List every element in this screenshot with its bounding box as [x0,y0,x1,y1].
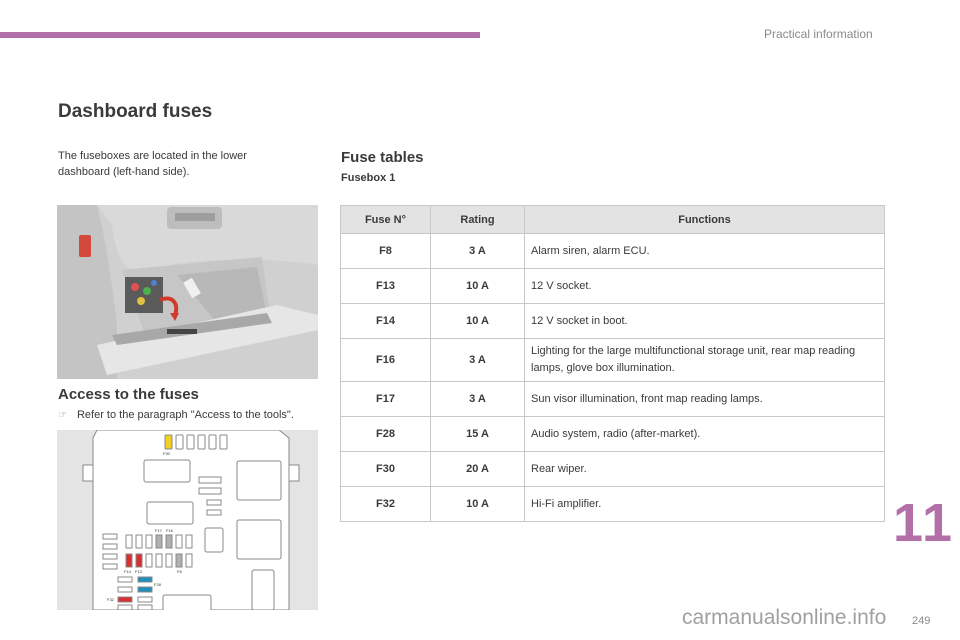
table-header-row: Fuse N° Rating Functions [340,205,885,234]
column-header-rating: Rating [430,205,525,234]
chapter-accent-bar [0,32,480,38]
label-f17: F17 [155,528,163,533]
fuse-f17 [155,534,163,549]
fusebox-diagram: F30 F17 F16 F14 F13 F8 F28 F32 [57,430,318,610]
label-f8: F8 [177,569,182,574]
function-cell: Alarm siren, alarm ECU. [524,233,885,269]
fuse-cell: F13 [340,268,431,304]
fuse-cell: F28 [340,416,431,452]
fusebox-subheading: Fusebox 1 [341,172,396,184]
table-row: F30 20 A Rear wiper. [340,451,885,487]
page-number: 249 [912,615,931,627]
table-row: F28 15 A Audio system, radio (after-mark… [340,416,885,452]
fuse-f32 [117,596,133,603]
fuse-cell: F8 [340,233,431,269]
table-row: F17 3 A Sun visor illumination, front ma… [340,381,885,417]
fuse-f8 [175,553,183,568]
fuse-table: Fuse N° Rating Functions F8 3 A Alarm si… [340,205,885,522]
rating-cell: 15 A [430,416,525,452]
fuse-cell: F17 [340,381,431,417]
fuse-cell: F30 [340,451,431,487]
fuse-cell: F16 [340,338,431,382]
intro-paragraph: The fuseboxes are located in the lower d… [58,150,247,178]
label-f30: F30 [163,451,171,456]
function-cell: Hi-Fi amplifier. [524,486,885,522]
access-bullet-text: Refer to the paragraph "Access to the to… [76,409,294,421]
fusebox-diagram-svg: F30 F17 F16 F14 F13 F8 F28 F32 [57,430,318,610]
pointing-hand-icon: ☞ [58,410,67,421]
rating-cell: 10 A [430,303,525,339]
fuse-f30 [164,434,173,450]
watermark-link[interactable]: carmanualsonline.info [682,606,886,630]
function-cell: Audio system, radio (after-market). [524,416,885,452]
fuse-tables-heading: Fuse tables [341,149,424,166]
fuse-f14 [125,553,133,568]
label-f32: F32 [107,597,115,602]
table-row: F32 10 A Hi-Fi amplifier. [340,486,885,522]
page-title: Dashboard fuses [58,101,213,122]
table-row: F16 3 A Lighting for the large multifunc… [340,338,885,382]
table-row: F8 3 A Alarm siren, alarm ECU. [340,233,885,269]
access-heading: Access to the fuses [58,386,199,403]
chapter-number: 11 [893,493,955,553]
fuse-f16 [165,534,173,549]
fuse-cell: F14 [340,303,431,339]
rating-cell: 3 A [430,381,525,417]
glovebox-illustration [57,205,318,379]
function-cell: Lighting for the large multifunctional s… [524,338,885,382]
fuse-f28 [137,576,153,583]
rating-cell: 10 A [430,268,525,304]
fuse-f13 [135,553,143,568]
access-bullet: ☞ Refer to the paragraph "Access to the t… [58,409,294,421]
function-cell: 12 V socket. [524,268,885,304]
table-row: F13 10 A 12 V socket. [340,268,885,304]
rating-cell: 10 A [430,486,525,522]
function-cell: 12 V socket in boot. [524,303,885,339]
section-label: Practical information [764,27,873,41]
rating-cell: 3 A [430,338,525,382]
label-f28: F28 [154,582,162,587]
label-f13: F13 [135,569,143,574]
function-cell: Sun visor illumination, front map readin… [524,381,885,417]
rating-cell: 3 A [430,233,525,269]
column-header-fuse: Fuse N° [340,205,431,234]
table-row: F14 10 A 12 V socket in boot. [340,303,885,339]
label-f16: F16 [166,528,174,533]
fuse-cell: F32 [340,486,431,522]
column-header-functions: Functions [524,205,885,234]
rating-cell: 20 A [430,451,525,487]
function-cell: Rear wiper. [524,451,885,487]
glovebox-photo [57,205,318,379]
label-f14: F14 [124,569,132,574]
